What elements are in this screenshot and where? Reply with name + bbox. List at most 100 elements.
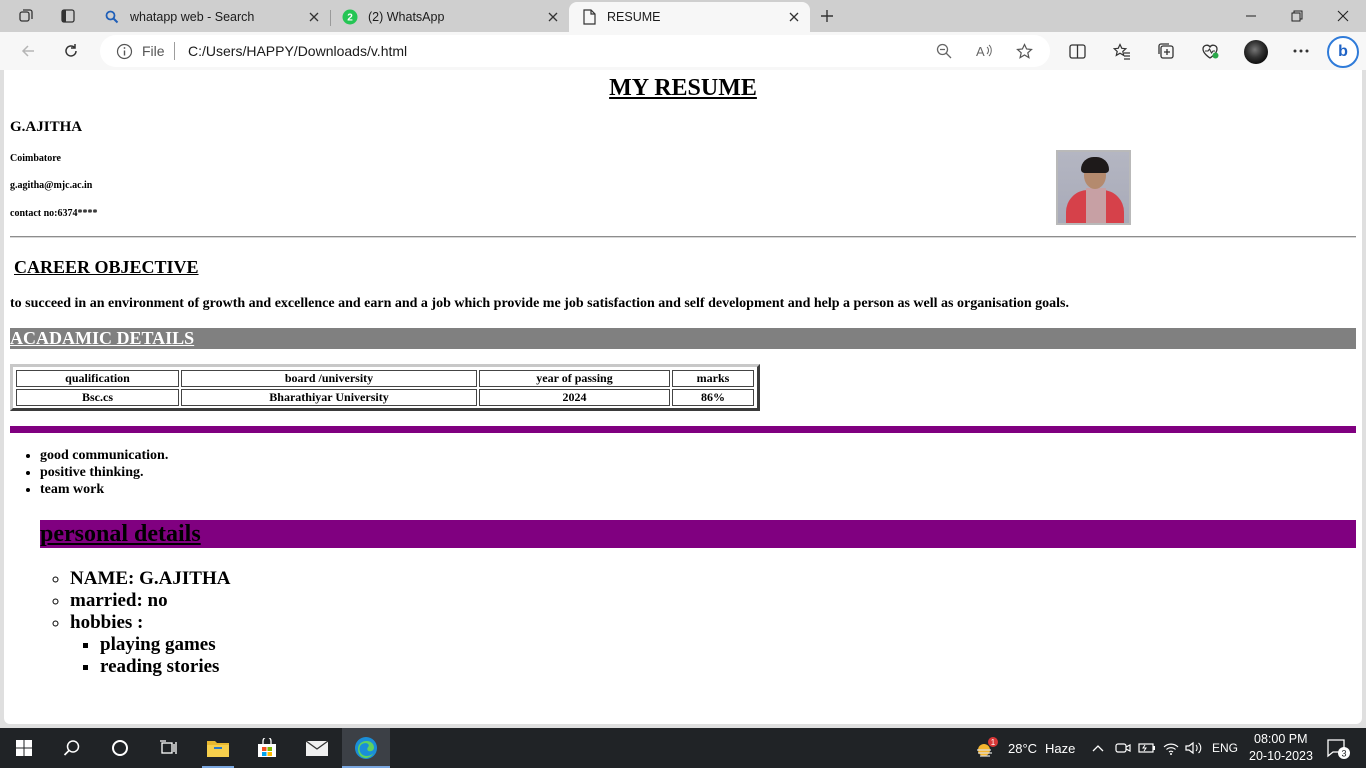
- header-cell: year of passing: [479, 370, 670, 387]
- workspaces-icon[interactable]: [12, 4, 40, 28]
- language-indicator[interactable]: ENG: [1212, 741, 1238, 755]
- close-window-icon[interactable]: [1320, 0, 1366, 32]
- minimize-icon[interactable]: [1228, 0, 1274, 32]
- table-cell: 86%: [672, 389, 754, 406]
- mail-icon[interactable]: [293, 728, 341, 768]
- weather-badge: 1: [991, 738, 996, 747]
- list-item: good communication.: [40, 448, 168, 465]
- edge-browser-icon[interactable]: [342, 728, 390, 768]
- task-view-icon[interactable]: [144, 728, 192, 768]
- candidate-city: Coimbatore: [10, 153, 61, 164]
- cortana-icon[interactable]: [96, 728, 144, 768]
- personal-heading-bar: personal details: [40, 520, 1356, 548]
- windows-taskbar: 1 28°C Haze ENG 08:00 PM 20-10-2023 3: [0, 728, 1366, 768]
- refresh-icon[interactable]: [56, 36, 86, 66]
- weather-temp[interactable]: 28°C: [1008, 741, 1037, 756]
- weather-desc[interactable]: Haze: [1045, 741, 1075, 756]
- divider-rule: [10, 236, 1356, 238]
- list-item: playing games: [100, 634, 219, 656]
- windows-start-icon[interactable]: [0, 728, 48, 768]
- browser-essentials-icon[interactable]: [1195, 36, 1225, 66]
- tab-title: (2) WhatsApp: [368, 10, 445, 24]
- skills-list: good communication. positive thinking. t…: [40, 448, 168, 499]
- whatsapp-icon: 2: [342, 9, 358, 25]
- notifications-icon[interactable]: 3: [1318, 728, 1358, 768]
- tab-title: RESUME: [607, 10, 661, 24]
- back-icon[interactable]: [13, 36, 43, 66]
- volume-icon[interactable]: [1183, 728, 1205, 768]
- photo-scarf: [1086, 188, 1106, 223]
- new-tab-icon[interactable]: [814, 4, 840, 28]
- url-text[interactable]: C:/Users/HAPPY/Downloads/v.html: [188, 43, 407, 59]
- favorite-star-icon[interactable]: [1014, 41, 1034, 61]
- file-explorer-icon[interactable]: [194, 728, 242, 768]
- tab-whatsapp[interactable]: 2 (2) WhatsApp: [330, 2, 570, 32]
- list-item: married: no: [70, 590, 230, 612]
- more-options-icon[interactable]: [1286, 36, 1316, 66]
- microsoft-store-icon[interactable]: [243, 728, 291, 768]
- wifi-icon[interactable]: [1160, 728, 1182, 768]
- header-cell: marks: [672, 370, 754, 387]
- table-cell: 2024: [479, 389, 670, 406]
- address-bar[interactable]: File C:/Users/HAPPY/Downloads/v.html A: [100, 35, 1050, 67]
- close-tab-icon[interactable]: [541, 5, 565, 29]
- table-cell: Bharathiyar University: [181, 389, 477, 406]
- document-icon: [581, 9, 597, 25]
- read-aloud-icon[interactable]: A: [974, 41, 994, 61]
- candidate-email: g.agitha@mjc.ac.in: [10, 180, 93, 191]
- info-icon[interactable]: [116, 43, 133, 60]
- tab-strip: whatapp web - Search 2 (2) WhatsApp RESU…: [0, 0, 1366, 32]
- list-item: NAME: G.AJITHA: [70, 568, 230, 590]
- split-screen-icon[interactable]: [1062, 36, 1092, 66]
- personal-heading: personal details: [40, 521, 201, 547]
- candidate-contact: contact no:6374****: [10, 208, 98, 219]
- search-icon: [104, 9, 120, 25]
- career-objective-heading: CAREER OBJECTIVE: [14, 257, 199, 277]
- personal-list: NAME: G.AJITHA married: no hobbies :: [70, 568, 230, 634]
- tab-resume[interactable]: RESUME: [569, 2, 810, 32]
- list-item: team work: [40, 482, 168, 499]
- page-viewport: MY RESUME G.AJITHA Coimbatore g.agitha@m…: [4, 70, 1362, 724]
- chevron-up-icon[interactable]: [1088, 728, 1108, 768]
- tab-actions-icon[interactable]: [54, 4, 82, 28]
- academic-heading: ACADAMIC DETAILS: [10, 328, 195, 348]
- list-item: positive thinking.: [40, 465, 168, 482]
- clock-time[interactable]: 08:00 PM: [1254, 732, 1308, 746]
- academic-heading-bar: ACADAMIC DETAILS: [10, 328, 1356, 349]
- table-header-row: qualification board /university year of …: [16, 370, 754, 387]
- profile-photo: [1056, 150, 1131, 225]
- battery-icon[interactable]: [1136, 728, 1158, 768]
- header-cell: board /university: [181, 370, 477, 387]
- meet-now-icon[interactable]: [1112, 728, 1134, 768]
- favorites-icon[interactable]: [1107, 36, 1137, 66]
- tab-title: whatapp web - Search: [130, 10, 255, 24]
- profile-avatar[interactable]: [1244, 40, 1268, 64]
- close-tab-icon[interactable]: [302, 5, 326, 29]
- zoom-out-icon[interactable]: [934, 41, 954, 61]
- table-row: Bsc.cs Bharathiyar University 2024 86%: [16, 389, 754, 406]
- header-cell: qualification: [16, 370, 179, 387]
- svg-text:A: A: [976, 44, 985, 59]
- hobbies-list: playing games reading stories: [100, 634, 219, 678]
- file-scheme-label: File: [142, 43, 165, 59]
- restore-icon[interactable]: [1274, 0, 1320, 32]
- search-icon[interactable]: [48, 728, 96, 768]
- bing-chat-icon[interactable]: b: [1327, 36, 1359, 68]
- list-item: hobbies :: [70, 612, 230, 634]
- purple-divider: [10, 426, 1356, 433]
- career-objective-text: to succeed in an environment of growth a…: [10, 296, 1069, 311]
- academic-table: qualification board /university year of …: [10, 364, 760, 411]
- weather-icon[interactable]: 1: [972, 728, 1002, 768]
- whatsapp-badge: 2: [347, 13, 353, 24]
- address-divider: [174, 42, 175, 60]
- table-cell: Bsc.cs: [16, 389, 179, 406]
- resume-title: MY RESUME: [609, 75, 757, 101]
- tab-search[interactable]: whatapp web - Search: [92, 2, 331, 32]
- photo-hair: [1081, 157, 1109, 173]
- candidate-name: G.AJITHA: [10, 119, 83, 135]
- notifications-count: 3: [1341, 749, 1346, 759]
- list-item: reading stories: [100, 656, 219, 678]
- close-tab-icon[interactable]: [782, 5, 806, 29]
- clock-date[interactable]: 20-10-2023: [1249, 749, 1313, 763]
- collections-icon[interactable]: [1151, 36, 1181, 66]
